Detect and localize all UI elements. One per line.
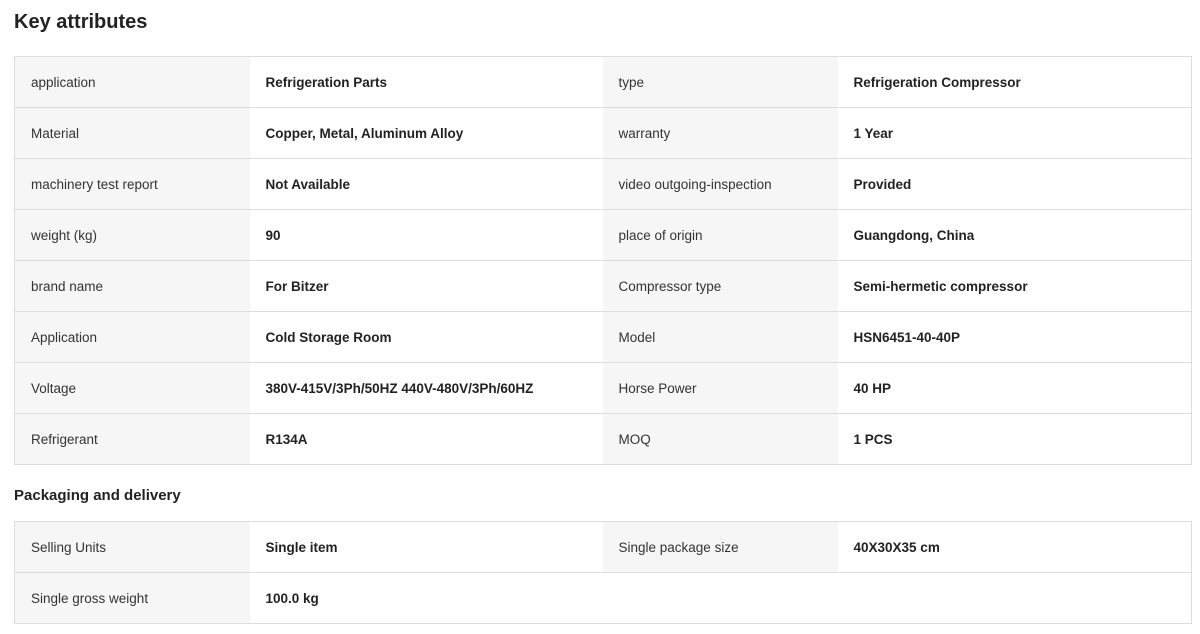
attribute-value: Refrigeration Compressor bbox=[837, 56, 1192, 108]
attribute-name: Single package size bbox=[602, 521, 838, 573]
attribute-name: machinery test report bbox=[14, 158, 250, 210]
attribute-value: 1 PCS bbox=[837, 413, 1192, 465]
table-row: application Refrigeration Parts type Ref… bbox=[14, 56, 1192, 108]
attribute-value: R134A bbox=[249, 413, 603, 465]
attribute-value: Provided bbox=[837, 158, 1192, 210]
attribute-value: 100.0 kg bbox=[249, 572, 603, 624]
attribute-value: Semi-hermetic compressor bbox=[837, 260, 1192, 312]
table-row: Refrigerant R134A MOQ 1 PCS bbox=[14, 413, 1192, 465]
table-row: Material Copper, Metal, Aluminum Alloy w… bbox=[14, 107, 1192, 159]
attribute-name: warranty bbox=[602, 107, 838, 159]
packaging-delivery-title: Packaging and delivery bbox=[14, 487, 181, 504]
attribute-name: Model bbox=[602, 311, 838, 363]
attribute-name: Material bbox=[14, 107, 250, 159]
attribute-value: Single item bbox=[249, 521, 603, 573]
table-row: Application Cold Storage Room Model HSN6… bbox=[14, 311, 1192, 363]
table-row: Single gross weight 100.0 kg bbox=[14, 572, 1192, 624]
attribute-value: For Bitzer bbox=[249, 260, 603, 312]
attribute-name: video outgoing-inspection bbox=[602, 158, 838, 210]
attribute-value: Not Available bbox=[249, 158, 603, 210]
attribute-value: 40X30X35 cm bbox=[837, 521, 1192, 573]
attribute-value: 380V-415V/3Ph/50HZ 440V-480V/3Ph/60HZ bbox=[249, 362, 603, 414]
attribute-value: 40 HP bbox=[837, 362, 1192, 414]
table-row: Selling Units Single item Single package… bbox=[14, 521, 1192, 573]
table-row: machinery test report Not Available vide… bbox=[14, 158, 1192, 210]
attribute-name: Refrigerant bbox=[14, 413, 250, 465]
attribute-name: place of origin bbox=[602, 209, 838, 261]
table-row: Voltage 380V-415V/3Ph/50HZ 440V-480V/3Ph… bbox=[14, 362, 1192, 414]
key-attributes-table: application Refrigeration Parts type Ref… bbox=[14, 56, 1192, 465]
product-attributes-page: Key attributes application Refrigeration… bbox=[0, 0, 1200, 634]
attribute-value: Refrigeration Parts bbox=[249, 56, 603, 108]
attribute-name: Compressor type bbox=[602, 260, 838, 312]
table-row: brand name For Bitzer Compressor type Se… bbox=[14, 260, 1192, 312]
key-attributes-title: Key attributes bbox=[14, 11, 148, 33]
empty-cell bbox=[602, 572, 838, 624]
table-row: weight (kg) 90 place of origin Guangdong… bbox=[14, 209, 1192, 261]
attribute-name: Single gross weight bbox=[14, 572, 250, 624]
attribute-name: Selling Units bbox=[14, 521, 250, 573]
attribute-name: MOQ bbox=[602, 413, 838, 465]
attribute-name: brand name bbox=[14, 260, 250, 312]
attribute-value: Guangdong, China bbox=[837, 209, 1192, 261]
attribute-name: type bbox=[602, 56, 838, 108]
attribute-name: Horse Power bbox=[602, 362, 838, 414]
attribute-value: Copper, Metal, Aluminum Alloy bbox=[249, 107, 603, 159]
attribute-value: 1 Year bbox=[837, 107, 1192, 159]
attribute-value: 90 bbox=[249, 209, 603, 261]
attribute-name: weight (kg) bbox=[14, 209, 250, 261]
empty-cell bbox=[837, 572, 1192, 624]
attribute-name: Application bbox=[14, 311, 250, 363]
attribute-value: Cold Storage Room bbox=[249, 311, 603, 363]
attribute-name: Voltage bbox=[14, 362, 250, 414]
attribute-value: HSN6451-40-40P bbox=[837, 311, 1192, 363]
attribute-name: application bbox=[14, 56, 250, 108]
packaging-delivery-table: Selling Units Single item Single package… bbox=[14, 521, 1192, 624]
